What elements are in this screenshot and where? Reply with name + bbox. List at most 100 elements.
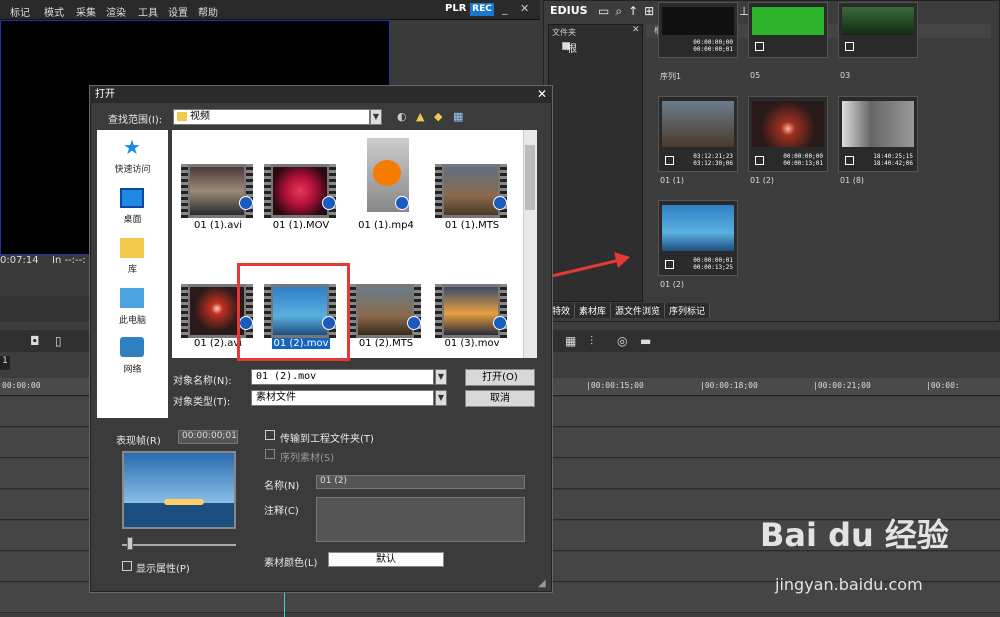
cancel-button[interactable]: 取消 (465, 390, 535, 407)
tab-sequence-markers[interactable]: 序列标记 (665, 303, 711, 318)
clip-thumbnail (752, 7, 824, 35)
place-network[interactable]: 网络 (97, 362, 168, 375)
frame-timecode[interactable]: 00:00:00;01 (178, 430, 238, 444)
file-item[interactable]: 01 (2).MTS (345, 258, 427, 358)
lookin-select[interactable]: 视频 (173, 109, 370, 125)
add-clip-icon[interactable]: ⊞ (644, 4, 654, 18)
menu-capture[interactable]: 采集 (76, 4, 96, 19)
desktop-icon[interactable] (120, 188, 144, 208)
grid-icon[interactable]: ▦ (565, 334, 576, 348)
clip-01-2[interactable]: 00:00:00;00 00:00:13;01 (748, 96, 828, 172)
film-thumbnail (264, 164, 336, 218)
film-thumbnail (435, 164, 507, 218)
track-number: 1 (0, 356, 10, 370)
scrollbar-thumb[interactable] (525, 145, 535, 210)
clip-01-2b[interactable]: 00:00:00;01 00:00:13;25 (658, 200, 738, 276)
clock-icon[interactable]: ◎ (617, 334, 627, 348)
object-name-input[interactable]: 01 (2).mov (251, 369, 434, 385)
clip-name: 01 (8) (840, 176, 865, 185)
star-icon[interactable]: ★ (120, 137, 144, 157)
frame-slider[interactable] (122, 544, 236, 546)
in-point-display: In --:--: (52, 255, 86, 266)
quicktime-icon (407, 316, 421, 330)
menu-mode[interactable]: 模式 (44, 4, 64, 19)
menu-mark[interactable]: 标记 (10, 4, 30, 19)
network-icon[interactable] (120, 337, 144, 357)
clip-05[interactable] (748, 2, 828, 58)
show-properties-checkbox[interactable] (122, 561, 132, 571)
ruler-label: |00:00: (926, 381, 960, 390)
file-item[interactable]: 01 (1).avi (177, 138, 259, 238)
clip-thumbnail (662, 101, 734, 147)
menu-render[interactable]: 渲染 (106, 4, 126, 19)
ruler-label: 00:00:00 (2, 381, 41, 390)
open-button[interactable]: 打开(O) (465, 369, 535, 386)
back-icon[interactable]: ◐ (397, 110, 407, 123)
plr-label: PLR (445, 3, 467, 14)
chevron-down-icon[interactable]: ▼ (370, 109, 382, 125)
library-icon[interactable] (120, 238, 144, 258)
ruler-label: |00:00:21;00 (813, 381, 871, 390)
clip-03[interactable] (838, 2, 918, 58)
transfer-checkbox[interactable] (265, 430, 275, 440)
menu-tools[interactable]: 工具 (138, 4, 158, 19)
object-type-select[interactable]: 素材文件 (251, 390, 434, 406)
new-folder-icon[interactable]: ◆ (434, 110, 442, 123)
folder-close-icon[interactable]: ✕ (632, 25, 640, 35)
clip-color-label: 素材颜色(L) (264, 558, 318, 569)
film-icon (755, 156, 764, 165)
clip-thumbnail (662, 205, 734, 251)
file-name: 01 (1).mp4 (358, 220, 414, 231)
clip-thumbnail (752, 101, 824, 147)
transfer-label: 传输到工程文件夹(T) (280, 434, 374, 445)
file-item[interactable]: 01 (3).mov (431, 258, 513, 358)
show-properties-label: 显示属性(P) (136, 564, 190, 575)
comment-textarea[interactable] (316, 497, 525, 542)
clip-thumbnail (842, 7, 914, 35)
slider-knob[interactable] (127, 537, 133, 550)
clip-name: 序列1 (660, 72, 682, 81)
file-icon[interactable]: ▯ (55, 334, 62, 348)
place-library[interactable]: 库 (97, 262, 168, 275)
dialog-close-icon[interactable]: ✕ (537, 87, 547, 101)
close-icon[interactable]: ✕ (520, 2, 529, 15)
root-folder[interactable]: 根 (567, 40, 577, 55)
sequence-checkbox[interactable] (265, 449, 275, 459)
search-icon[interactable]: ⌕ (615, 4, 622, 18)
baidu-watermark: Bai du 经验 (760, 516, 949, 554)
place-this-pc[interactable]: 此电脑 (97, 313, 168, 326)
file-item[interactable]: 01 (1).MOV (260, 138, 342, 238)
camera-icon[interactable]: ◘ (30, 334, 40, 348)
place-desktop[interactable]: 桌面 (97, 212, 168, 225)
place-quick-access[interactable]: 快速访问 (97, 162, 168, 175)
minimize-icon[interactable]: _ (502, 2, 508, 15)
computer-icon[interactable] (120, 288, 144, 308)
clip-color-button[interactable]: 默认 (328, 552, 444, 567)
object-type-label: 对象类型(T): (173, 397, 231, 408)
clip-timecode: 00:00:00;00 00:00:13;01 (783, 153, 823, 167)
menu-settings[interactable]: 设置 (168, 4, 188, 19)
clip-name-input[interactable]: 01 (2) (316, 475, 525, 489)
menu-help[interactable]: 帮助 (198, 4, 218, 19)
clip-01-1[interactable]: 03:12:21;23 03:12:30;06 (658, 96, 738, 172)
dialog-title: 打开 (90, 86, 552, 103)
up-icon[interactable]: ↑ (628, 4, 638, 18)
layout-icon[interactable]: ▬ (640, 334, 651, 348)
clip-sequence[interactable]: 00:00:00;00 00:00:00;01 (658, 2, 738, 58)
rec-button[interactable]: REC (470, 3, 494, 16)
app-title: EDIUS (550, 4, 588, 17)
file-item[interactable]: 01 (1).MTS (431, 138, 513, 238)
camera-icon (845, 42, 854, 51)
mixer-icon[interactable]: ⫶ (590, 334, 593, 349)
film-icon (665, 156, 674, 165)
file-name: 01 (1).avi (193, 220, 243, 231)
file-name: 01 (3).mov (444, 338, 500, 349)
up-folder-icon[interactable]: ▲ (416, 110, 424, 123)
file-item[interactable]: 01 (1).mp4 (345, 138, 427, 238)
chevron-down-icon[interactable]: ▼ (435, 390, 447, 406)
resize-grip-icon[interactable]: ◢ (538, 578, 546, 589)
view-menu-icon[interactable]: ▦ (453, 110, 463, 123)
folder-icon[interactable]: ▭ (598, 4, 609, 18)
clip-01-8[interactable]: 18:40:25;15 18:40:42;06 (838, 96, 918, 172)
chevron-down-icon[interactable]: ▼ (435, 369, 447, 385)
